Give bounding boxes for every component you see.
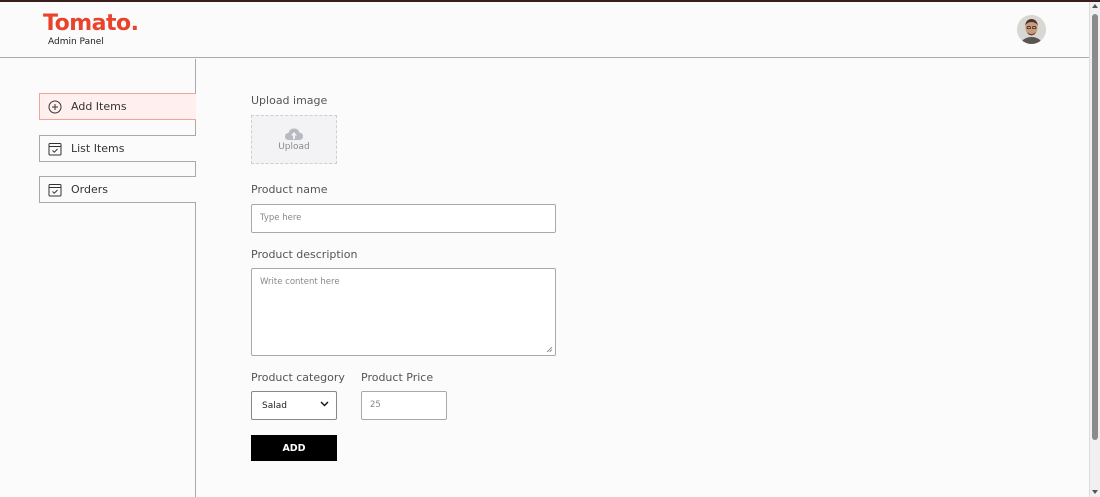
sidebar-item-label: Add Items [71,100,127,113]
scroll-up-arrow-icon[interactable] [1092,4,1098,8]
plus-circle-icon [48,100,62,114]
add-item-form: Upload image Upload Product name Type he… [197,59,1089,497]
product-description-textarea[interactable]: Write content here [251,268,556,356]
brand-subtitle: Admin Panel [48,37,104,47]
scroll-down-arrow-icon[interactable] [1092,490,1098,494]
product-price-input[interactable]: 25 [361,391,447,420]
product-category-label: Product category [251,371,345,384]
top-navbar: Tomato. Admin Panel [0,2,1089,58]
product-category-select[interactable]: Salad [251,391,337,420]
profile-avatar-icon [1017,15,1046,44]
cloud-upload-icon [285,128,303,140]
chevron-down-icon [320,401,329,407]
description-placeholder: Write content here [260,277,340,287]
sidebar-item-list-items[interactable]: List Items [39,135,196,162]
upload-text: Upload [278,142,310,152]
product-name-input[interactable]: Type here [251,204,556,233]
resize-grip-icon[interactable] [546,346,553,353]
sidebar-item-label: List Items [71,142,125,155]
calendar-check-icon [48,183,62,197]
category-selected-value: Salad [262,400,287,411]
product-price-label: Product Price [361,371,434,384]
sidebar-item-add-items[interactable]: Add Items [39,93,196,120]
brand-logo[interactable]: Tomato. Admin Panel [43,11,139,47]
product-description-label: Product description [251,248,358,261]
page-scrollbar[interactable] [1089,2,1100,497]
add-button[interactable]: ADD [251,435,337,461]
avatar[interactable] [1017,15,1046,44]
calendar-check-icon [48,142,62,156]
sidebar: Add Items List Items Orders [0,59,196,497]
upload-image-dropzone[interactable]: Upload [251,115,337,164]
scrollbar-thumb[interactable] [1092,14,1098,440]
sidebar-item-orders[interactable]: Orders [39,176,196,203]
product-name-label: Product name [251,183,328,196]
brand-title: Tomato. [43,11,139,36]
upload-image-label: Upload image [251,94,328,107]
sidebar-item-label: Orders [71,183,108,196]
